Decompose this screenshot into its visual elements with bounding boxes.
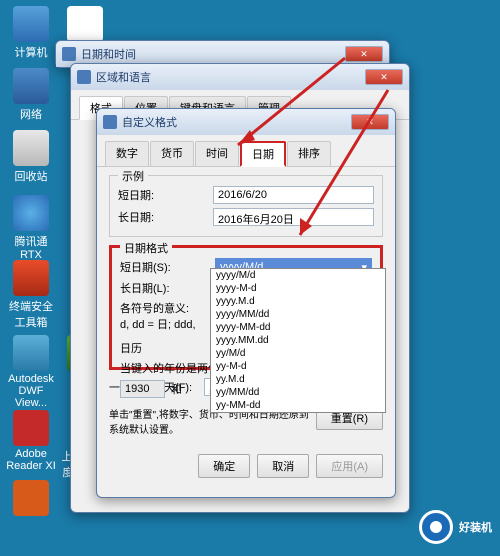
and-label: 和 xyxy=(165,381,188,397)
dropdown-option[interactable]: yyyy-MM-dd xyxy=(211,321,385,334)
tab-number[interactable]: 数字 xyxy=(105,141,149,166)
close-button[interactable]: ✕ xyxy=(351,114,389,130)
long-format-label: 长日期(L): xyxy=(120,280,215,296)
watermark: 好装机 xyxy=(419,510,492,544)
group-date-format: 日期格式 短日期(S):yyyy/M/d 长日期(L): 各符号的意义: d, … xyxy=(109,245,383,370)
ok-button[interactable]: 确定 xyxy=(198,454,250,478)
window-title: 自定义格式 xyxy=(122,114,351,130)
dropdown-option[interactable]: yy-M-d xyxy=(211,360,385,373)
long-date-label: 长日期: xyxy=(118,209,213,225)
titlebar[interactable]: 自定义格式 ✕ xyxy=(97,109,395,135)
watermark-logo-icon xyxy=(419,510,453,544)
qq-icon xyxy=(67,6,103,42)
window-title: 区域和语言 xyxy=(96,69,365,85)
dropdown-option[interactable]: yyyy.M.d xyxy=(211,295,385,308)
dropdown-option[interactable]: yy/M/d xyxy=(211,347,385,360)
short-date-label: 短日期: xyxy=(118,187,213,203)
adobe-icon xyxy=(13,410,49,446)
desktop-icon-rtx[interactable]: 腾讯通RTX xyxy=(6,195,56,261)
globe-icon xyxy=(103,115,117,129)
dropdown-option[interactable]: yy-MM-dd xyxy=(211,399,385,412)
close-button[interactable]: ✕ xyxy=(345,46,383,62)
clock-icon xyxy=(62,47,76,61)
network-icon xyxy=(13,68,49,104)
format-dropdown[interactable]: yyyy/M/d yyyy-M-d yyyy.M.d yyyy/MM/dd yy… xyxy=(210,268,386,413)
group-title: 日期格式 xyxy=(120,240,172,256)
desktop-icon-computer[interactable]: 计算机 xyxy=(6,6,56,60)
close-button[interactable]: ✕ xyxy=(365,69,403,85)
desktop-icon-autodesk[interactable]: Autodesk DWF View... xyxy=(6,335,56,409)
tab-time[interactable]: 时间 xyxy=(195,141,239,166)
dropdown-option[interactable]: yyyy.MM.dd xyxy=(211,334,385,347)
trash-icon xyxy=(13,130,49,166)
year-from: 1930 xyxy=(120,380,165,398)
desktop-icon-trash[interactable]: 回收站 xyxy=(6,130,56,184)
rtx-icon xyxy=(13,195,49,231)
calendar-label: 日历 xyxy=(120,340,215,356)
globe-icon xyxy=(77,70,91,84)
window-custom-format: 自定义格式 ✕ 数字 货币 时间 日期 排序 示例 短日期:2016/6/20 … xyxy=(96,108,396,498)
dropdown-option[interactable]: yyyy/MM/dd xyxy=(211,308,385,321)
browse-icon xyxy=(13,480,49,516)
tab-date[interactable]: 日期 xyxy=(240,141,286,167)
dropdown-option[interactable]: yy/MM/dd xyxy=(211,386,385,399)
short-format-label: 短日期(S): xyxy=(120,259,215,275)
computer-icon xyxy=(13,6,49,42)
desktop-icon-network[interactable]: 网络 xyxy=(6,68,56,122)
desktop-icon-security[interactable]: 终端安全工具箱 xyxy=(6,260,56,330)
tab-currency[interactable]: 货币 xyxy=(150,141,194,166)
dropdown-option[interactable]: yy.M.d xyxy=(211,373,385,386)
watermark-text: 好装机 xyxy=(459,519,492,535)
group-example: 示例 短日期:2016/6/20 长日期:2016年6月20日 xyxy=(109,175,383,237)
desktop-icon-adobe[interactable]: Adobe Reader XI xyxy=(6,410,56,472)
tabs: 数字 货币 时间 日期 排序 xyxy=(97,135,395,167)
cancel-button[interactable]: 取消 xyxy=(257,454,309,478)
dropdown-option[interactable]: yyyy-M-d xyxy=(211,282,385,295)
group-title: 示例 xyxy=(118,168,148,184)
apply-button: 应用(A) xyxy=(316,454,383,478)
autodesk-icon xyxy=(13,335,49,371)
tab-sort[interactable]: 排序 xyxy=(287,141,331,166)
titlebar[interactable]: 区域和语言 ✕ xyxy=(71,64,409,90)
security-icon xyxy=(13,260,49,296)
short-date-value: 2016/6/20 xyxy=(213,186,374,204)
desktop-icon-browse2[interactable] xyxy=(6,480,56,518)
year-note: 当键入的年份是两位 xyxy=(120,360,219,376)
window-title: 日期和时间 xyxy=(81,46,345,62)
dropdown-option[interactable]: yyyy/M/d xyxy=(211,269,385,282)
long-date-value: 2016年6月20日 xyxy=(213,208,374,226)
meaning-label: 各符号的意义: d, dd = 日; ddd, xyxy=(120,300,215,332)
